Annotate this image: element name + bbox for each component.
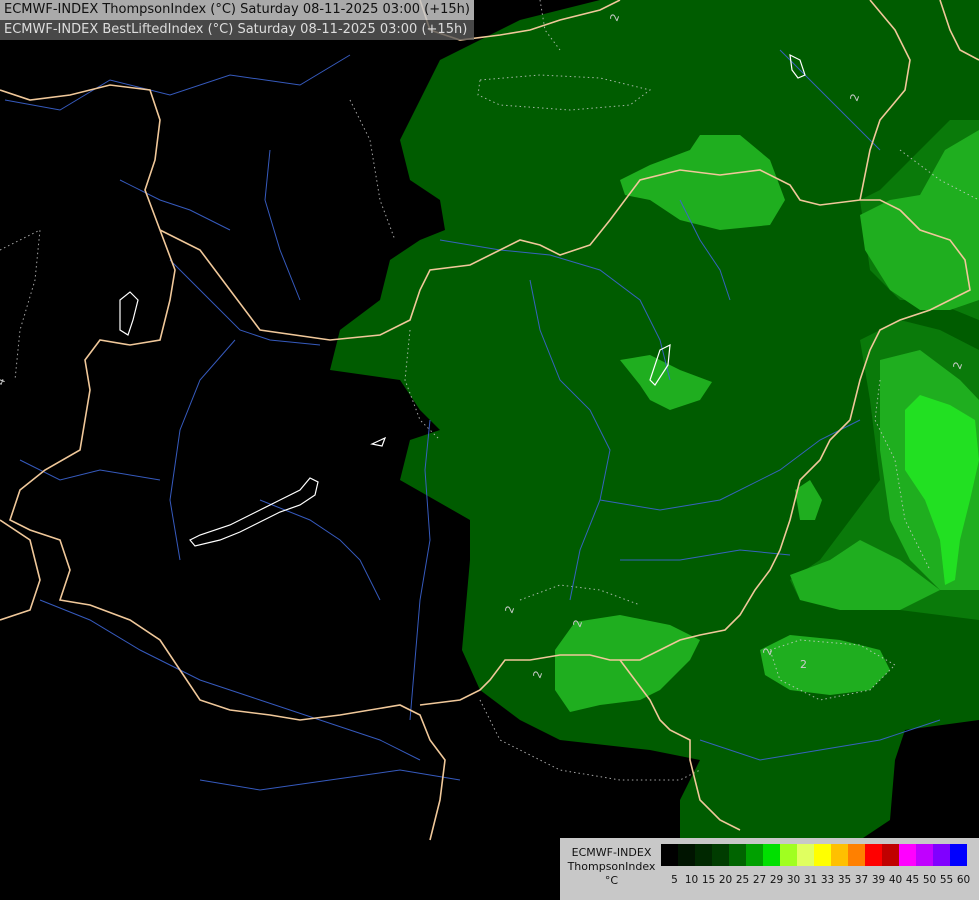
legend-swatch bbox=[831, 844, 848, 866]
title-secondary: ECMWF-INDEX BestLiftedIndex (°C) Saturda… bbox=[0, 20, 474, 40]
legend-swatch bbox=[865, 844, 882, 866]
contour-label: 2 bbox=[800, 658, 807, 671]
legend-swatch bbox=[780, 844, 797, 866]
legend-tick-label: 31 bbox=[803, 874, 818, 886]
legend-swatch bbox=[933, 844, 950, 866]
legend-tick-label: 35 bbox=[837, 874, 852, 886]
title-primary: ECMWF-INDEX ThompsonIndex (°C) Saturday … bbox=[0, 0, 474, 20]
legend-param: ThompsonIndex bbox=[567, 860, 656, 873]
legend-ticks: 5 10 15 20 25 27 29 30 31 33 35 37 39 40 45 50 55 60 bbox=[666, 874, 972, 886]
legend-swatch bbox=[746, 844, 763, 866]
legend-tick-label: 5 bbox=[671, 874, 678, 886]
legend-tick-label: 29 bbox=[769, 874, 784, 886]
legend-swatch bbox=[695, 844, 712, 866]
legend-tick-label: 30 bbox=[786, 874, 801, 886]
color-legend: ECMWF-INDEX ThompsonIndex °C 5 10 15 20 25 27… bbox=[560, 838, 979, 900]
weather-map: 2 2 2 2 2 2 2 2 4 bbox=[0, 0, 979, 900]
legend-swatch bbox=[729, 844, 746, 866]
legend-swatch bbox=[678, 844, 695, 866]
legend-swatch bbox=[814, 844, 831, 866]
legend-tick-label: 55 bbox=[939, 874, 954, 886]
legend-tick-label: 37 bbox=[854, 874, 869, 886]
legend-tick-label: 25 bbox=[735, 874, 750, 886]
legend-tick-label: 45 bbox=[905, 874, 920, 886]
legend-tick-label: 50 bbox=[922, 874, 937, 886]
legend-tick-label: 20 bbox=[718, 874, 733, 886]
map-titles: ECMWF-INDEX ThompsonIndex (°C) Saturday … bbox=[0, 0, 474, 40]
legend-swatch bbox=[882, 844, 899, 866]
legend-swatch bbox=[712, 844, 729, 866]
legend-tick-label: 40 bbox=[888, 874, 903, 886]
legend-model: ECMWF-INDEX bbox=[571, 846, 652, 859]
legend-tick-label: 60 bbox=[956, 874, 971, 886]
legend-tick-label: 27 bbox=[752, 874, 767, 886]
legend-label: ECMWF-INDEX ThompsonIndex °C bbox=[564, 846, 659, 888]
legend-tick-label: 10 bbox=[684, 874, 699, 886]
legend-swatch bbox=[797, 844, 814, 866]
legend-tick-label: 33 bbox=[820, 874, 835, 886]
legend-swatch bbox=[899, 844, 916, 866]
legend-unit: °C bbox=[604, 874, 619, 887]
legend-tick-label: 15 bbox=[701, 874, 716, 886]
legend-swatch bbox=[763, 844, 780, 866]
legend-swatch bbox=[661, 844, 678, 866]
legend-color-bar bbox=[661, 844, 967, 866]
legend-swatch bbox=[848, 844, 865, 866]
legend-tick-label: 39 bbox=[871, 874, 886, 886]
legend-swatch bbox=[916, 844, 933, 866]
legend-swatch bbox=[950, 844, 967, 866]
